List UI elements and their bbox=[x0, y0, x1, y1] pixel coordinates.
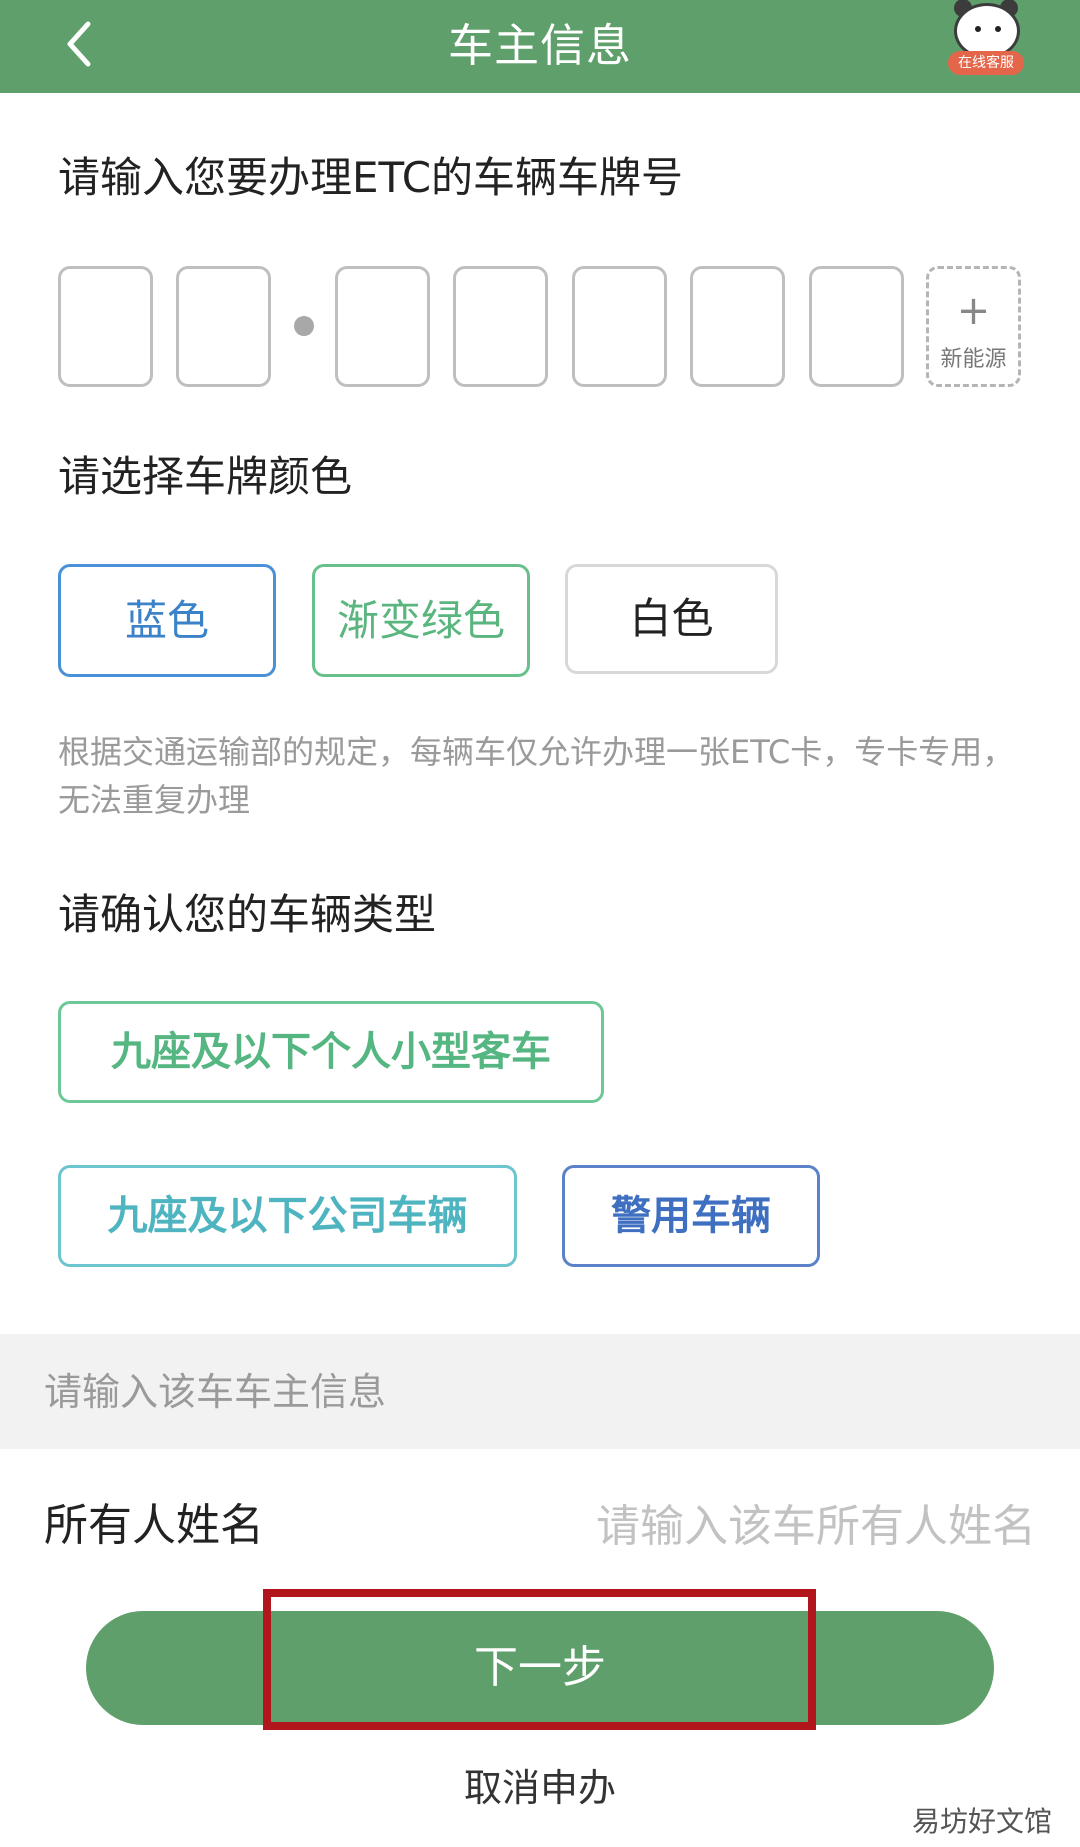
policy-notice: 根据交通运输部的规定，每辆车仅允许办理一张ETC卡，专卡专用，无法重复办理 bbox=[58, 733, 1015, 819]
owner-info-title: 请输入该车车主信息 bbox=[44, 1370, 387, 1414]
vehicle-type-company[interactable]: 九座及以下公司车辆 bbox=[58, 1165, 517, 1267]
plate-char-5[interactable] bbox=[572, 266, 667, 387]
customer-service-label: 在线客服 bbox=[948, 51, 1024, 75]
vehicle-type-personal[interactable]: 九座及以下个人小型客车 bbox=[58, 1001, 604, 1103]
plus-icon: + bbox=[956, 288, 991, 334]
new-energy-plate-button[interactable]: + 新能源 bbox=[926, 266, 1021, 387]
plate-separator-dot bbox=[294, 316, 314, 336]
page-title: 车主信息 bbox=[447, 19, 632, 72]
plate-color-prompt: 请选择车牌颜色 bbox=[58, 452, 353, 501]
owner-name-input[interactable] bbox=[560, 1496, 1036, 1556]
plate-color-gradient-green[interactable]: 渐变绿色 bbox=[312, 564, 530, 677]
vehicle-type-prompt: 请确认您的车辆类型 bbox=[58, 890, 437, 939]
plate-char-2[interactable] bbox=[176, 266, 271, 387]
bear-eye-icon bbox=[975, 26, 981, 32]
plate-char-6[interactable] bbox=[690, 266, 785, 387]
owner-info-header: 请输入该车车主信息 bbox=[0, 1334, 1080, 1449]
plate-char-1[interactable] bbox=[58, 266, 153, 387]
owner-name-label: 所有人姓名 bbox=[44, 1500, 264, 1551]
bear-eye-icon bbox=[995, 26, 1001, 32]
plate-color-white[interactable]: 白色 bbox=[565, 564, 778, 674]
new-energy-label: 新能源 bbox=[940, 347, 1007, 372]
plate-char-7[interactable] bbox=[809, 266, 904, 387]
plate-char-4[interactable] bbox=[453, 266, 548, 387]
plate-color-blue[interactable]: 蓝色 bbox=[58, 564, 276, 677]
plate-prompt: 请输入您要办理ETC的车辆车牌号 bbox=[58, 153, 684, 202]
plate-char-3[interactable] bbox=[335, 266, 430, 387]
top-bar: 车主信息 在线客服 bbox=[0, 0, 1080, 93]
watermark: 易坊好文馆 bbox=[911, 1805, 1052, 1838]
vehicle-type-police[interactable]: 警用车辆 bbox=[562, 1165, 820, 1267]
customer-service-button[interactable]: 在线客服 bbox=[948, 0, 1024, 77]
next-step-button[interactable]: 下一步 bbox=[86, 1611, 994, 1725]
